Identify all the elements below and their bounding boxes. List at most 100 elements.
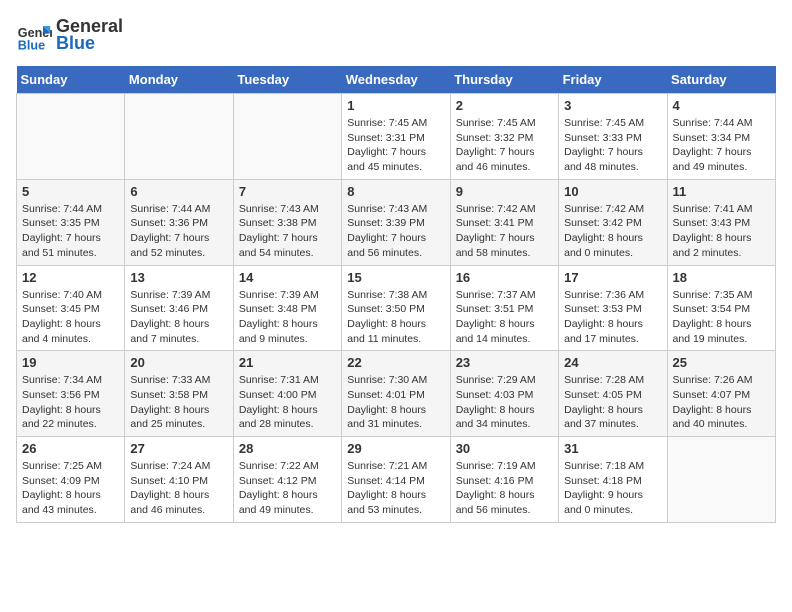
calendar-cell: 5 Sunrise: 7:44 AM Sunset: 3:35 PM Daylig…: [17, 179, 125, 265]
calendar-cell: 9 Sunrise: 7:42 AM Sunset: 3:41 PM Daylig…: [450, 179, 558, 265]
calendar-cell: 24 Sunrise: 7:28 AM Sunset: 4:05 PM Dayli…: [559, 351, 667, 437]
day-number: 7: [239, 184, 336, 199]
calendar-cell: 14 Sunrise: 7:39 AM Sunset: 3:48 PM Dayli…: [233, 265, 341, 351]
calendar-cell: 26 Sunrise: 7:25 AM Sunset: 4:09 PM Dayli…: [17, 437, 125, 523]
day-info: Sunrise: 7:44 AM Sunset: 3:34 PM Dayligh…: [673, 116, 770, 175]
day-number: 5: [22, 184, 119, 199]
day-number: 11: [673, 184, 770, 199]
calendar-cell: 19Sunrise: 7:34 AM Sunset: 3:56 PM Dayli…: [17, 351, 125, 437]
calendar-cell: 22Sunrise: 7:30 AM Sunset: 4:01 PM Dayli…: [342, 351, 450, 437]
calendar-cell: 28 Sunrise: 7:22 AM Sunset: 4:12 PM Dayli…: [233, 437, 341, 523]
calendar-cell: 23 Sunrise: 7:29 AM Sunset: 4:03 PM Dayli…: [450, 351, 558, 437]
day-info: Sunrise: 7:44 AM Sunset: 3:36 PM Dayligh…: [130, 202, 227, 261]
day-number: 31: [564, 441, 661, 456]
day-info: Sunrise: 7:25 AM Sunset: 4:09 PM Dayligh…: [22, 459, 119, 518]
day-info: Sunrise: 7:43 AM Sunset: 3:39 PM Dayligh…: [347, 202, 444, 261]
day-number: 19: [22, 355, 119, 370]
calendar-cell: [233, 94, 341, 180]
day-info: Sunrise: 7:39 AM Sunset: 3:48 PM Dayligh…: [239, 288, 336, 347]
calendar-cell: [125, 94, 233, 180]
day-number: 18: [673, 270, 770, 285]
day-info: Sunrise: 7:36 AM Sunset: 3:53 PM Dayligh…: [564, 288, 661, 347]
day-number: 12: [22, 270, 119, 285]
day-info: Sunrise: 7:22 AM Sunset: 4:12 PM Dayligh…: [239, 459, 336, 518]
day-number: 6: [130, 184, 227, 199]
calendar-body: 1Sunrise: 7:45 AM Sunset: 3:31 PM Daylig…: [17, 94, 776, 523]
calendar-cell: 27 Sunrise: 7:24 AM Sunset: 4:10 PM Dayli…: [125, 437, 233, 523]
day-info: Sunrise: 7:26 AM Sunset: 4:07 PM Dayligh…: [673, 373, 770, 432]
day-info: Sunrise: 7:19 AM Sunset: 4:16 PM Dayligh…: [456, 459, 553, 518]
day-number: 29: [347, 441, 444, 456]
day-number: 30: [456, 441, 553, 456]
day-number: 25: [673, 355, 770, 370]
weekday-header-tuesday: Tuesday: [233, 66, 341, 94]
day-number: 4: [673, 98, 770, 113]
calendar-cell: 15 Sunrise: 7:38 AM Sunset: 3:50 PM Dayli…: [342, 265, 450, 351]
day-info: Sunrise: 7:40 AM Sunset: 3:45 PM Dayligh…: [22, 288, 119, 347]
day-number: 10: [564, 184, 661, 199]
day-info: Sunrise: 7:38 AM Sunset: 3:50 PM Dayligh…: [347, 288, 444, 347]
day-info: Sunrise: 7:42 AM Sunset: 3:42 PM Dayligh…: [564, 202, 661, 261]
day-info: Sunrise: 7:42 AM Sunset: 3:41 PM Dayligh…: [456, 202, 553, 261]
week-row-5: 26 Sunrise: 7:25 AM Sunset: 4:09 PM Dayli…: [17, 437, 776, 523]
day-info: Sunrise: 7:33 AM Sunset: 3:58 PM Dayligh…: [130, 373, 227, 432]
logo-icon: General Blue: [16, 17, 52, 53]
day-info: Sunrise: 7:29 AM Sunset: 4:03 PM Dayligh…: [456, 373, 553, 432]
calendar-cell: 30 Sunrise: 7:19 AM Sunset: 4:16 PM Dayli…: [450, 437, 558, 523]
calendar-cell: 6 Sunrise: 7:44 AM Sunset: 3:36 PM Daylig…: [125, 179, 233, 265]
day-number: 17: [564, 270, 661, 285]
weekday-header-wednesday: Wednesday: [342, 66, 450, 94]
day-info: Sunrise: 7:44 AM Sunset: 3:35 PM Dayligh…: [22, 202, 119, 261]
calendar-cell: 20 Sunrise: 7:33 AM Sunset: 3:58 PM Dayli…: [125, 351, 233, 437]
calendar-cell: 4 Sunrise: 7:44 AM Sunset: 3:34 PM Daylig…: [667, 94, 775, 180]
page-header: General Blue General Blue: [16, 16, 776, 54]
day-number: 21: [239, 355, 336, 370]
day-number: 20: [130, 355, 227, 370]
day-number: 15: [347, 270, 444, 285]
calendar-cell: 7 Sunrise: 7:43 AM Sunset: 3:38 PM Daylig…: [233, 179, 341, 265]
day-info: Sunrise: 7:21 AM Sunset: 4:14 PM Dayligh…: [347, 459, 444, 518]
day-number: 27: [130, 441, 227, 456]
week-row-4: 19Sunrise: 7:34 AM Sunset: 3:56 PM Dayli…: [17, 351, 776, 437]
logo: General Blue General Blue: [16, 16, 123, 54]
day-number: 23: [456, 355, 553, 370]
day-number: 14: [239, 270, 336, 285]
day-number: 16: [456, 270, 553, 285]
calendar-cell: 25 Sunrise: 7:26 AM Sunset: 4:07 PM Dayli…: [667, 351, 775, 437]
day-number: 24: [564, 355, 661, 370]
weekday-header-friday: Friday: [559, 66, 667, 94]
day-info: Sunrise: 7:24 AM Sunset: 4:10 PM Dayligh…: [130, 459, 227, 518]
day-info: Sunrise: 7:37 AM Sunset: 3:51 PM Dayligh…: [456, 288, 553, 347]
weekday-header-row: SundayMondayTuesdayWednesdayThursdayFrid…: [17, 66, 776, 94]
calendar-cell: 29 Sunrise: 7:21 AM Sunset: 4:14 PM Dayli…: [342, 437, 450, 523]
day-info: Sunrise: 7:28 AM Sunset: 4:05 PM Dayligh…: [564, 373, 661, 432]
day-info: Sunrise: 7:30 AM Sunset: 4:01 PM Dayligh…: [347, 373, 444, 432]
day-number: 9: [456, 184, 553, 199]
week-row-2: 5 Sunrise: 7:44 AM Sunset: 3:35 PM Daylig…: [17, 179, 776, 265]
calendar-cell: 17 Sunrise: 7:36 AM Sunset: 3:53 PM Dayli…: [559, 265, 667, 351]
day-number: 2: [456, 98, 553, 113]
day-number: 13: [130, 270, 227, 285]
calendar-cell: 1Sunrise: 7:45 AM Sunset: 3:31 PM Daylig…: [342, 94, 450, 180]
calendar-cell: 18 Sunrise: 7:35 AM Sunset: 3:54 PM Dayli…: [667, 265, 775, 351]
weekday-header-monday: Monday: [125, 66, 233, 94]
day-info: Sunrise: 7:41 AM Sunset: 3:43 PM Dayligh…: [673, 202, 770, 261]
day-number: 26: [22, 441, 119, 456]
calendar-cell: 31Sunrise: 7:18 AM Sunset: 4:18 PM Dayli…: [559, 437, 667, 523]
day-info: Sunrise: 7:31 AM Sunset: 4:00 PM Dayligh…: [239, 373, 336, 432]
day-info: Sunrise: 7:43 AM Sunset: 3:38 PM Dayligh…: [239, 202, 336, 261]
calendar-cell: 2Sunrise: 7:45 AM Sunset: 3:32 PM Daylig…: [450, 94, 558, 180]
week-row-1: 1Sunrise: 7:45 AM Sunset: 3:31 PM Daylig…: [17, 94, 776, 180]
day-number: 1: [347, 98, 444, 113]
calendar-table: SundayMondayTuesdayWednesdayThursdayFrid…: [16, 66, 776, 523]
calendar-cell: [667, 437, 775, 523]
svg-text:Blue: Blue: [18, 38, 45, 52]
calendar-cell: 8Sunrise: 7:43 AM Sunset: 3:39 PM Daylig…: [342, 179, 450, 265]
calendar-cell: 16 Sunrise: 7:37 AM Sunset: 3:51 PM Dayli…: [450, 265, 558, 351]
day-info: Sunrise: 7:39 AM Sunset: 3:46 PM Dayligh…: [130, 288, 227, 347]
calendar-cell: 13 Sunrise: 7:39 AM Sunset: 3:46 PM Dayli…: [125, 265, 233, 351]
day-number: 3: [564, 98, 661, 113]
day-info: Sunrise: 7:35 AM Sunset: 3:54 PM Dayligh…: [673, 288, 770, 347]
calendar-cell: 11 Sunrise: 7:41 AM Sunset: 3:43 PM Dayli…: [667, 179, 775, 265]
day-number: 28: [239, 441, 336, 456]
